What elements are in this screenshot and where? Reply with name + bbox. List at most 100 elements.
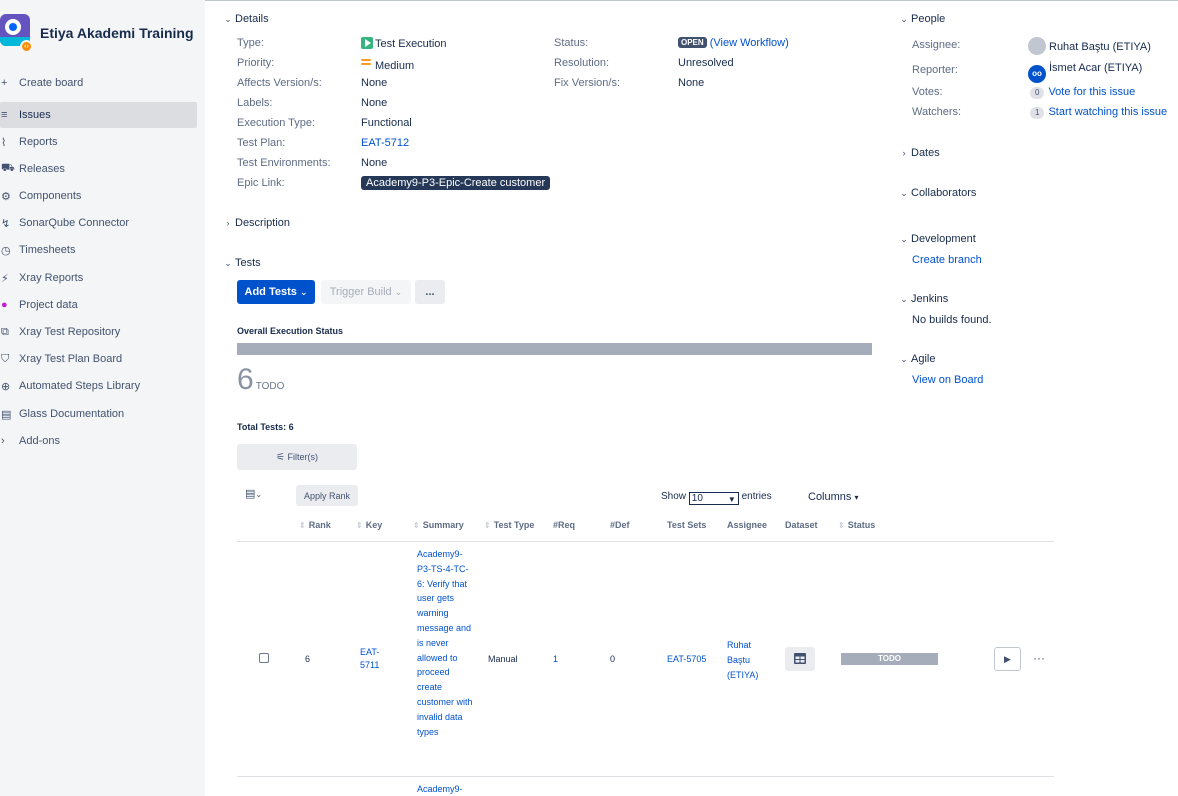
column-header-def[interactable]: #Def: [610, 520, 630, 530]
row-summary-link[interactable]: Academy9-: [417, 782, 475, 796]
test-plan-label: Test Plan:: [237, 137, 286, 149]
dates-toggle[interactable]: › Dates: [897, 147, 940, 159]
priority-medium-icon: [361, 57, 371, 67]
type-label: Type:: [237, 37, 264, 49]
apply-rank-button[interactable]: Apply Rank: [296, 485, 358, 506]
sidebar-item-add-ons[interactable]: › Add-ons: [0, 428, 197, 454]
entries-select[interactable]: 10: [688, 492, 739, 505]
sidebar-item-project-data[interactable]: ● Project data: [0, 292, 197, 318]
priority-text: Medium: [375, 60, 415, 72]
row-summary-link[interactable]: Academy9-P3-TS-4-TC-6: Verify that user …: [417, 547, 475, 739]
epic-link-value[interactable]: Academy9-P3-Epic-Create customer: [361, 176, 551, 190]
repository-icon: ⧉: [1, 325, 9, 338]
project-name: Etiya Akademi Training: [40, 25, 194, 41]
columns-dropdown[interactable]: Columns ▾: [808, 491, 858, 503]
sidebar-item-timesheets[interactable]: ◷ Timesheets: [0, 237, 197, 263]
test-environments-label: Test Environments:: [237, 157, 331, 169]
chevron-right-icon: ›: [226, 218, 230, 228]
row-more-icon[interactable]: ···: [1033, 651, 1045, 665]
description-toggle[interactable]: › Description: [221, 217, 291, 229]
status-value: OPEN (View Workflow): [678, 37, 789, 49]
people-toggle[interactable]: ⌄ People: [897, 13, 945, 25]
row-rank: 6: [305, 654, 311, 664]
row-checkbox[interactable]: [259, 653, 269, 663]
assignee-name: Ruhat Baştu (ETIYA): [1049, 41, 1151, 53]
chevron-down-icon: ⌄: [900, 233, 908, 244]
sidebar-item-releases[interactable]: ⛟ Releases: [0, 156, 197, 182]
column-header-key[interactable]: ⇕ Key: [356, 520, 382, 530]
more-actions-button[interactable]: ...: [415, 280, 445, 304]
sidebar-item-xray-test-plan-board[interactable]: ⛉ Xray Test Plan Board: [0, 346, 197, 372]
sidebar-item-reports[interactable]: ⌇ Reports: [0, 129, 197, 155]
dataset-button[interactable]: [785, 647, 815, 671]
sidebar-item-create-board[interactable]: + Create board: [0, 70, 197, 96]
description-title: Description: [235, 217, 291, 229]
agile-toggle[interactable]: ⌄ Agile: [897, 353, 935, 365]
votes-label: Votes:: [912, 86, 943, 98]
create-branch-link[interactable]: Create branch: [912, 254, 982, 266]
filter-button[interactable]: ⚟ Filter(s): [237, 444, 357, 470]
chevron-down-icon: ⌄: [900, 353, 908, 364]
column-header-dataset[interactable]: Dataset: [785, 520, 818, 530]
trigger-build-button[interactable]: Trigger Build ⌄: [321, 280, 411, 304]
sidebar-item-glass-documentation[interactable]: ▤ Glass Documentation: [0, 401, 197, 427]
priority-label: Priority:: [237, 57, 275, 69]
jenkins-toggle[interactable]: ⌄ Jenkins: [897, 293, 948, 305]
project-data-icon: ●: [1, 299, 8, 311]
column-header-status[interactable]: ⇕ Status: [838, 520, 875, 530]
column-header-test-type[interactable]: ⇕ Test Type: [484, 520, 534, 530]
column-header-test-sets[interactable]: Test Sets: [667, 520, 706, 530]
sort-icon: ⇕: [299, 521, 306, 530]
assignee-value[interactable]: Ruhat Baştu (ETIYA): [1028, 37, 1151, 55]
sidebar-item-components[interactable]: ⚙ Components: [0, 183, 197, 209]
watchers-value: 1 Start watching this issue: [1030, 106, 1167, 119]
sidebar-item-issues[interactable]: ≡ Issues: [0, 102, 197, 128]
table-divider: [237, 776, 1054, 777]
column-header-rank[interactable]: ⇕ Rank: [299, 520, 331, 530]
collaborators-toggle[interactable]: ⌄ Collaborators: [897, 187, 976, 199]
column-header-label: Summary: [422, 520, 464, 530]
sidebar-item-label: Xray Test Repository: [19, 326, 121, 338]
agile-title: Agile: [911, 353, 936, 365]
view-workflow-link[interactable]: (View Workflow): [710, 37, 789, 49]
jenkins-title: Jenkins: [911, 293, 949, 305]
sidebar-item-label: Automated Steps Library: [19, 380, 141, 392]
row-test-sets-link[interactable]: EAT-5705: [667, 654, 706, 664]
watch-link[interactable]: Start watching this issue: [1048, 106, 1167, 118]
column-header-assignee[interactable]: Assignee: [727, 520, 767, 530]
epic-lozenge[interactable]: Academy9-P3-Epic-Create customer: [361, 176, 551, 190]
column-toggle-icon[interactable]: ▤⌄: [245, 487, 262, 500]
plus-icon: +: [1, 77, 8, 89]
development-toggle[interactable]: ⌄ Development: [897, 233, 976, 245]
tests-toggle[interactable]: ⌄ Tests: [221, 257, 260, 269]
sidebar-item-sonarqube[interactable]: ↯ SonarQube Connector: [0, 210, 197, 236]
board-icon: ⛉: [1, 352, 10, 365]
column-header-summary[interactable]: ⇕ Summary: [413, 520, 464, 530]
sidebar-item-automated-steps[interactable]: ⊕ Automated Steps Library: [0, 373, 197, 399]
add-tests-button[interactable]: Add Tests ⌄: [237, 280, 315, 304]
row-req-link[interactable]: 1: [553, 654, 558, 664]
test-plan-link[interactable]: EAT-5712: [361, 137, 409, 149]
ship-icon: ⛟: [1, 162, 15, 174]
show-label: Show: [661, 491, 687, 502]
affects-label: Affects Version/s:: [237, 77, 322, 89]
sidebar-item-xray-reports[interactable]: ⚡ Xray Reports: [0, 265, 197, 291]
row-assignee-link[interactable]: Ruhat Baştu (ETIYA): [727, 638, 767, 683]
reporter-value[interactable]: oo İsmet Acar (ETIYA): [1028, 62, 1142, 83]
lightning-icon: ⚡: [1, 272, 9, 285]
run-test-button[interactable]: ▶: [994, 647, 1021, 671]
sidebar-item-label: Releases: [19, 163, 65, 175]
sidebar-item-xray-test-repository[interactable]: ⧉ Xray Test Repository: [0, 319, 197, 345]
people-title: People: [911, 13, 946, 25]
column-header-label: Key: [365, 520, 383, 530]
project-header[interactable]: ‹› Etiya Akademi Training: [0, 12, 205, 53]
vote-link[interactable]: Vote for this issue: [1048, 86, 1135, 98]
columns-label: Columns: [808, 491, 852, 503]
todo-count: 6 TODO: [237, 364, 284, 403]
row-key-link[interactable]: EAT-5711: [360, 646, 386, 672]
details-title: Details: [235, 13, 269, 25]
details-toggle[interactable]: ⌄ Details: [221, 13, 269, 25]
view-on-board-link[interactable]: View on Board: [912, 374, 983, 386]
column-header-req[interactable]: #Req: [553, 520, 575, 530]
chevron-down-icon: ⌄: [394, 286, 403, 297]
